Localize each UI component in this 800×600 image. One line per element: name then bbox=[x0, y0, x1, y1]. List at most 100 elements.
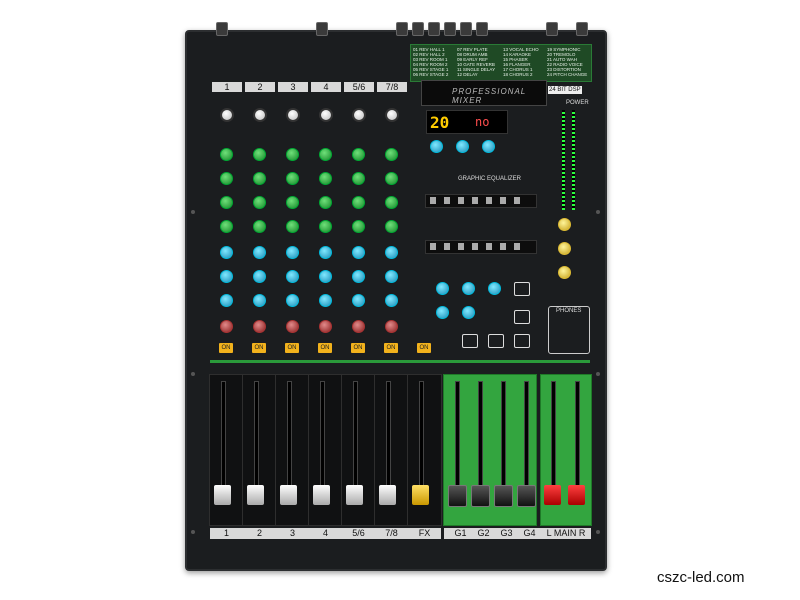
aux-knob[interactable] bbox=[220, 246, 233, 259]
effect-knob[interactable] bbox=[430, 140, 443, 153]
eq-slider[interactable] bbox=[444, 197, 450, 204]
aux-knob[interactable] bbox=[253, 246, 266, 259]
channel-on-button[interactable]: ON bbox=[351, 343, 365, 353]
aux-master-knob[interactable] bbox=[436, 282, 449, 295]
fx-knob[interactable] bbox=[319, 294, 332, 307]
aux-knob[interactable] bbox=[385, 246, 398, 259]
aux-knob[interactable] bbox=[352, 246, 365, 259]
eq-low-mid-knob[interactable] bbox=[319, 196, 332, 209]
eq-low-knob[interactable] bbox=[319, 220, 332, 233]
eq-low-mid-knob[interactable] bbox=[385, 196, 398, 209]
eq-slider[interactable] bbox=[458, 243, 464, 250]
aux-master-knob[interactable] bbox=[462, 282, 475, 295]
channel-on-button[interactable]: ON bbox=[318, 343, 332, 353]
aux-knob[interactable] bbox=[319, 246, 332, 259]
eq-mid-knob[interactable] bbox=[286, 172, 299, 185]
eq-mid-knob[interactable] bbox=[253, 172, 266, 185]
aux-knob[interactable] bbox=[220, 270, 233, 283]
eq-slider[interactable] bbox=[514, 243, 520, 250]
eq-high-knob[interactable] bbox=[385, 148, 398, 161]
fx-knob[interactable] bbox=[352, 294, 365, 307]
fader-cap[interactable] bbox=[448, 485, 467, 507]
aux-knob[interactable] bbox=[286, 246, 299, 259]
eq-high-knob[interactable] bbox=[220, 148, 233, 161]
fader-cap[interactable] bbox=[494, 485, 513, 507]
fader-cap[interactable] bbox=[346, 485, 363, 505]
fader-cap[interactable] bbox=[517, 485, 536, 507]
eq-low-mid-knob[interactable] bbox=[352, 196, 365, 209]
eq-high-knob[interactable] bbox=[352, 148, 365, 161]
aux-knob[interactable] bbox=[352, 270, 365, 283]
fx-fader[interactable]: FX bbox=[407, 374, 442, 539]
eq-slider[interactable] bbox=[430, 197, 436, 204]
channel-fader[interactable]: 1 bbox=[209, 374, 244, 539]
effect-knob[interactable] bbox=[456, 140, 469, 153]
fader-cap[interactable] bbox=[214, 485, 231, 505]
gain-knob[interactable] bbox=[319, 108, 333, 122]
channel-on-button[interactable]: ON bbox=[384, 343, 398, 353]
pan-knob[interactable] bbox=[352, 320, 365, 333]
aux-master-knob[interactable] bbox=[436, 306, 449, 319]
effect-knob[interactable] bbox=[482, 140, 495, 153]
aux-knob[interactable] bbox=[286, 270, 299, 283]
eq-high-knob[interactable] bbox=[286, 148, 299, 161]
pan-knob[interactable] bbox=[220, 320, 233, 333]
eq-mid-knob[interactable] bbox=[385, 172, 398, 185]
eq-low-knob[interactable] bbox=[286, 220, 299, 233]
eq-slider[interactable] bbox=[472, 243, 478, 250]
eq-low-knob[interactable] bbox=[220, 220, 233, 233]
gain-knob[interactable] bbox=[220, 108, 234, 122]
eq-mid-knob[interactable] bbox=[220, 172, 233, 185]
fx-knob[interactable] bbox=[220, 294, 233, 307]
fader-cap[interactable] bbox=[471, 485, 490, 507]
fader-cap[interactable] bbox=[313, 485, 330, 505]
eq-slider[interactable] bbox=[486, 243, 492, 250]
fader-cap[interactable] bbox=[247, 485, 264, 505]
gain-knob[interactable] bbox=[385, 108, 399, 122]
eq-low-knob[interactable] bbox=[253, 220, 266, 233]
gain-knob[interactable] bbox=[352, 108, 366, 122]
aux-knob[interactable] bbox=[385, 270, 398, 283]
aux-master-knob[interactable] bbox=[488, 282, 501, 295]
eq-slider[interactable] bbox=[458, 197, 464, 204]
channel-fader[interactable]: 5/6 bbox=[341, 374, 376, 539]
main-left-fader-cap[interactable] bbox=[544, 485, 561, 505]
aux-knob[interactable] bbox=[253, 270, 266, 283]
fx-knob[interactable] bbox=[286, 294, 299, 307]
channel-fader[interactable]: 2 bbox=[242, 374, 277, 539]
pan-knob[interactable] bbox=[253, 320, 266, 333]
fx-knob[interactable] bbox=[385, 294, 398, 307]
eq-low-mid-knob[interactable] bbox=[286, 196, 299, 209]
eq-slider[interactable] bbox=[514, 197, 520, 204]
channel-fader[interactable]: 3 bbox=[275, 374, 310, 539]
eq-slider[interactable] bbox=[444, 243, 450, 250]
eq-low-mid-knob[interactable] bbox=[253, 196, 266, 209]
eq-slider[interactable] bbox=[500, 197, 506, 204]
eq-slider[interactable] bbox=[430, 243, 436, 250]
main-right-fader-cap[interactable] bbox=[568, 485, 585, 505]
channel-on-button[interactable]: ON bbox=[219, 343, 233, 353]
channel-fader[interactable]: 7/8 bbox=[374, 374, 409, 539]
eq-slider[interactable] bbox=[500, 243, 506, 250]
eq-low-mid-knob[interactable] bbox=[220, 196, 233, 209]
fader-cap[interactable] bbox=[412, 485, 429, 505]
tape-knob[interactable] bbox=[558, 242, 571, 255]
eq-slider[interactable] bbox=[472, 197, 478, 204]
eq-mid-knob[interactable] bbox=[352, 172, 365, 185]
channel-on-button[interactable]: ON bbox=[252, 343, 266, 353]
eq-high-knob[interactable] bbox=[319, 148, 332, 161]
pan-knob[interactable] bbox=[286, 320, 299, 333]
fx-knob[interactable] bbox=[253, 294, 266, 307]
pan-knob[interactable] bbox=[319, 320, 332, 333]
fader-cap[interactable] bbox=[280, 485, 297, 505]
stereo-group-knob[interactable] bbox=[558, 218, 571, 231]
eq-low-knob[interactable] bbox=[352, 220, 365, 233]
channel-fader[interactable]: 4 bbox=[308, 374, 343, 539]
gain-knob[interactable] bbox=[286, 108, 300, 122]
aux-master-knob[interactable] bbox=[462, 306, 475, 319]
main-fader[interactable]: L MAIN R bbox=[540, 374, 592, 539]
eq-mid-knob[interactable] bbox=[319, 172, 332, 185]
eq-slider[interactable] bbox=[486, 197, 492, 204]
eq-high-knob[interactable] bbox=[253, 148, 266, 161]
fader-cap[interactable] bbox=[379, 485, 396, 505]
